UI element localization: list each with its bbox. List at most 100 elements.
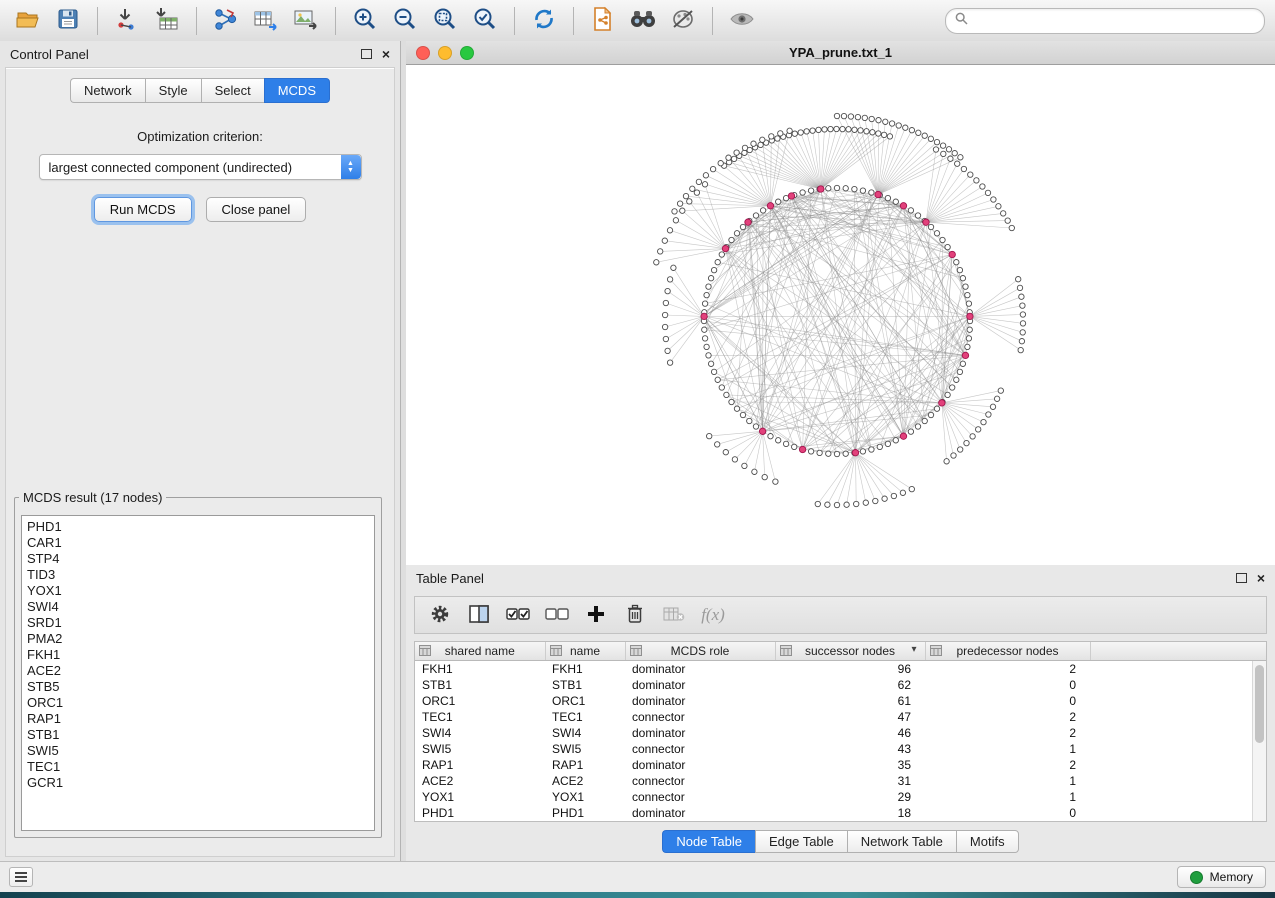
table-row[interactable]: RAP1RAP1dominator352 bbox=[415, 757, 1266, 773]
export-table-button[interactable] bbox=[248, 4, 284, 38]
mcds-result-item[interactable]: SWI4 bbox=[27, 599, 369, 615]
network-canvas[interactable] bbox=[406, 64, 1275, 565]
mcds-result-list[interactable]: PHD1CAR1STP4TID3YOX1SWI4SRD1PMA2FKH1ACE2… bbox=[21, 515, 375, 831]
table-row[interactable]: ACE2ACE2connector311 bbox=[415, 773, 1266, 789]
mcds-result-item[interactable]: STB1 bbox=[27, 727, 369, 743]
toolbar-separator bbox=[573, 7, 574, 35]
mcds-result-item[interactable]: TID3 bbox=[27, 567, 369, 583]
create-column-button[interactable] bbox=[581, 601, 611, 629]
memory-button[interactable]: Memory bbox=[1177, 866, 1266, 888]
table-row[interactable]: YOX1YOX1connector291 bbox=[415, 789, 1266, 805]
refresh-button[interactable] bbox=[526, 4, 562, 38]
mcds-result-title: MCDS result (17 nodes) bbox=[19, 490, 166, 505]
mcds-result-item[interactable]: YOX1 bbox=[27, 583, 369, 599]
table-delete-icon bbox=[663, 606, 685, 625]
zoom-fit-button[interactable] bbox=[427, 4, 463, 38]
control-panel-body: NetworkStyleSelectMCDS Optimization crit… bbox=[5, 67, 395, 857]
delete-column-button[interactable] bbox=[620, 601, 650, 629]
deselect-all-columns-button[interactable] bbox=[542, 601, 572, 629]
document-share-icon bbox=[591, 6, 615, 35]
import-network-button[interactable] bbox=[109, 4, 145, 38]
select-all-columns-button[interactable] bbox=[503, 601, 533, 629]
mcds-result-item[interactable]: GCR1 bbox=[27, 775, 369, 791]
mcds-result-item[interactable]: SWI5 bbox=[27, 743, 369, 759]
save-session-button[interactable] bbox=[50, 4, 86, 38]
mcds-result-item[interactable]: PMA2 bbox=[27, 631, 369, 647]
node-table-wrap: shared namenameMCDS rolesuccessor nodes▾… bbox=[414, 641, 1267, 822]
column-handle-icon bbox=[419, 645, 431, 659]
show-hide-button[interactable] bbox=[724, 4, 760, 38]
table-row[interactable]: SWI4SWI4dominator462 bbox=[415, 725, 1266, 741]
function-builder-button[interactable]: f(x) bbox=[698, 601, 728, 629]
table-settings-button[interactable] bbox=[425, 601, 455, 629]
tab-mcds[interactable]: MCDS bbox=[264, 78, 330, 103]
scrollbar-thumb[interactable] bbox=[1255, 665, 1264, 743]
export-image-button[interactable] bbox=[288, 4, 324, 38]
table-row[interactable]: STB1STB1dominator620 bbox=[415, 677, 1266, 693]
zoom-out-button[interactable] bbox=[387, 4, 423, 38]
save-icon bbox=[56, 7, 80, 34]
mcds-result-item[interactable]: STP4 bbox=[27, 551, 369, 567]
zoom-out-icon bbox=[392, 6, 418, 35]
tab-style[interactable]: Style bbox=[145, 78, 201, 103]
table-row[interactable]: FKH1FKH1dominator962 bbox=[415, 661, 1266, 678]
float-panel-icon[interactable] bbox=[361, 47, 372, 62]
column-handle-icon bbox=[550, 645, 562, 659]
import-table-button[interactable] bbox=[149, 4, 185, 38]
mcds-result-item[interactable]: TEC1 bbox=[27, 759, 369, 775]
close-panel-icon[interactable]: × bbox=[382, 49, 390, 59]
table-row[interactable]: PHD1PHD1dominator180 bbox=[415, 805, 1266, 821]
search-input[interactable] bbox=[974, 13, 1255, 29]
table-scrollbar[interactable] bbox=[1252, 661, 1266, 821]
control-panel: Control Panel × NetworkStyleSelectMCDS O… bbox=[0, 41, 400, 862]
import-network-icon bbox=[115, 7, 139, 34]
task-history-button[interactable] bbox=[9, 867, 33, 887]
zoom-fit-icon bbox=[432, 6, 458, 35]
mcds-result-item[interactable]: STB5 bbox=[27, 679, 369, 695]
tab-motifs[interactable]: Motifs bbox=[956, 830, 1019, 853]
float-panel-icon[interactable] bbox=[1236, 571, 1247, 586]
show-column-button[interactable] bbox=[464, 601, 494, 629]
table-row[interactable]: ORC1ORC1dominator610 bbox=[415, 693, 1266, 709]
tab-select[interactable]: Select bbox=[201, 78, 264, 103]
mcds-result-item[interactable]: RAP1 bbox=[27, 711, 369, 727]
toolbar-separator bbox=[97, 7, 98, 35]
control-panel-title: Control Panel bbox=[10, 47, 89, 62]
export-document-button[interactable] bbox=[585, 4, 621, 38]
open-session-button[interactable] bbox=[10, 4, 46, 38]
find-button[interactable] bbox=[625, 4, 661, 38]
toolbar-separator bbox=[514, 7, 515, 35]
table-row[interactable]: TEC1TEC1connector472 bbox=[415, 709, 1266, 725]
column-header-predecessor-nodes[interactable]: predecessor nodes bbox=[925, 642, 1090, 661]
optimization-criterion-label: Optimization criterion: bbox=[6, 129, 394, 144]
tab-node-table[interactable]: Node Table bbox=[662, 830, 755, 853]
tab-network[interactable]: Network bbox=[70, 78, 145, 103]
tab-network-table[interactable]: Network Table bbox=[847, 830, 956, 853]
column-handle-icon bbox=[630, 645, 642, 659]
network-share-icon bbox=[213, 7, 239, 34]
export-network-button[interactable] bbox=[208, 4, 244, 38]
column-header-shared-name[interactable]: shared name bbox=[415, 642, 545, 661]
mcds-result-item[interactable]: PHD1 bbox=[27, 519, 369, 535]
list-icon bbox=[15, 872, 27, 882]
checked-boxes-icon bbox=[506, 606, 530, 625]
delete-table-button[interactable] bbox=[659, 601, 689, 629]
visual-style-button[interactable] bbox=[665, 4, 701, 38]
search-box[interactable] bbox=[945, 8, 1265, 34]
mcds-result-item[interactable]: ACE2 bbox=[27, 663, 369, 679]
optimization-criterion-select[interactable]: largest connected component (undirected)… bbox=[39, 154, 362, 180]
mcds-result-item[interactable]: CAR1 bbox=[27, 535, 369, 551]
zoom-in-button[interactable] bbox=[347, 4, 383, 38]
column-header-name[interactable]: name bbox=[545, 642, 625, 661]
tab-edge-table[interactable]: Edge Table bbox=[755, 830, 847, 853]
table-row[interactable]: SWI5SWI5connector431 bbox=[415, 741, 1266, 757]
mcds-result-item[interactable]: ORC1 bbox=[27, 695, 369, 711]
mcds-result-item[interactable]: FKH1 bbox=[27, 647, 369, 663]
run-mcds-button[interactable]: Run MCDS bbox=[94, 197, 192, 222]
column-header-MCDS-role[interactable]: MCDS role bbox=[625, 642, 775, 661]
column-header-successor-nodes[interactable]: successor nodes▾ bbox=[775, 642, 925, 661]
mcds-result-item[interactable]: SRD1 bbox=[27, 615, 369, 631]
zoom-selected-button[interactable] bbox=[467, 4, 503, 38]
close-panel-button[interactable]: Close panel bbox=[206, 197, 307, 222]
close-panel-icon[interactable]: × bbox=[1257, 573, 1265, 583]
